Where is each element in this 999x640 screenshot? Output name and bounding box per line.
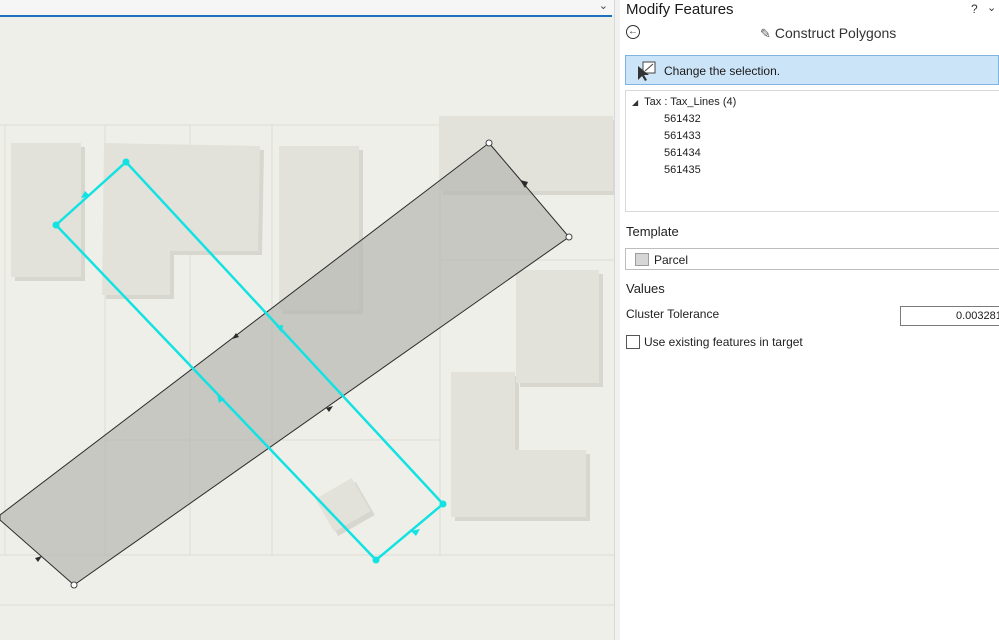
building xyxy=(516,270,599,383)
tree-item[interactable]: 561432 xyxy=(664,113,701,125)
banner-text: Change the selection. xyxy=(664,64,781,78)
construct-polygons-icon: ✎ xyxy=(760,26,771,41)
select-features-icon xyxy=(638,61,656,81)
pane-options-chevron-down-icon[interactable]: ⌄ xyxy=(987,1,996,14)
map-view[interactable]: ⌄ xyxy=(0,0,614,640)
cluster-tolerance-input[interactable] xyxy=(900,306,999,326)
modify-features-pane: Modify Features ? ⌄ ← ✎ Construct Polygon… xyxy=(620,0,999,640)
tool-name: Construct Polygons xyxy=(774,25,897,41)
tree-item[interactable]: 561434 xyxy=(664,147,701,159)
tree-item[interactable]: 561435 xyxy=(664,164,701,176)
building xyxy=(102,143,260,295)
pane-title: Modify Features xyxy=(626,1,734,18)
use-existing-features-checkbox[interactable] xyxy=(626,335,640,349)
use-existing-features-label: Use existing features in target xyxy=(644,335,803,349)
parcel-swatch-icon xyxy=(635,253,649,266)
collapse-triangle-icon[interactable]: ◢ xyxy=(632,98,638,107)
tree-group-tax-lines[interactable]: ◢ Tax : Tax_Lines (4) xyxy=(632,96,736,108)
tool-header: ✎ Construct Polygons xyxy=(760,25,896,42)
help-button[interactable]: ? xyxy=(971,2,978,16)
back-arrow-icon: ← xyxy=(628,26,638,37)
tree-item[interactable]: 561433 xyxy=(664,130,701,142)
building xyxy=(11,143,81,277)
back-button[interactable]: ← xyxy=(626,25,640,39)
map-canvas[interactable] xyxy=(0,0,614,640)
values-heading: Values xyxy=(626,281,665,296)
template-selector[interactable]: Parcel xyxy=(625,248,999,270)
cluster-tolerance-label: Cluster Tolerance xyxy=(626,307,720,321)
template-name: Parcel xyxy=(654,253,689,267)
template-heading: Template xyxy=(626,224,679,239)
selection-tree: ◢ Tax : Tax_Lines (4) 561432 561433 56143… xyxy=(625,90,999,212)
change-selection-banner[interactable]: Change the selection. xyxy=(625,55,999,85)
